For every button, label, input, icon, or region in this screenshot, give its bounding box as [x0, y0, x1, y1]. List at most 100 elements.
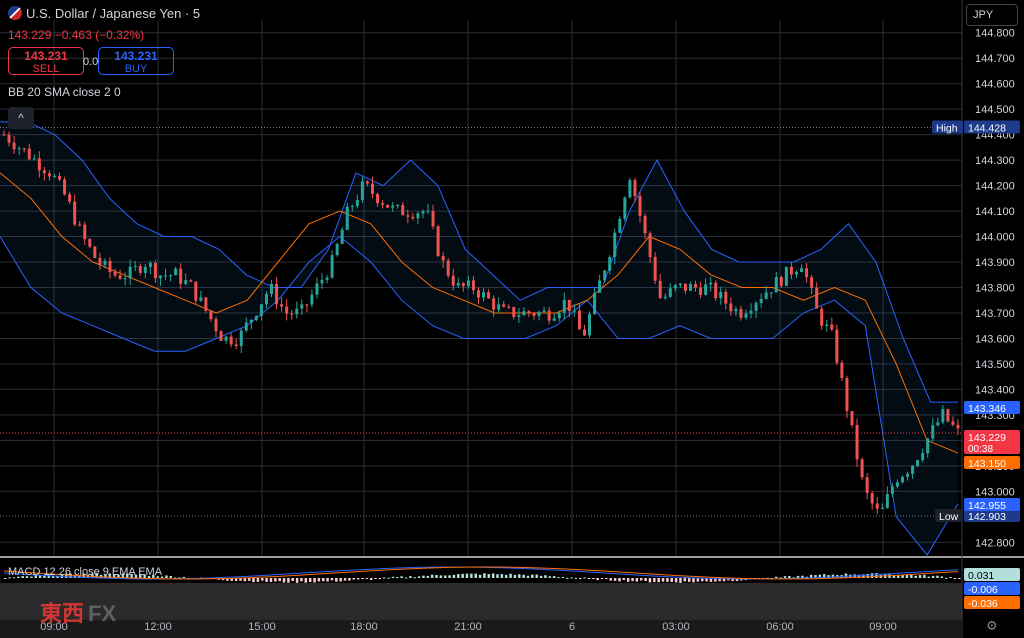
macd-hist-bar [796, 575, 800, 578]
macd-hist-bar [565, 577, 569, 579]
candle-body [663, 296, 667, 299]
y-tick-label: 143.500 [975, 359, 1015, 371]
macd-hist-bar [374, 578, 377, 579]
macd-hist-bar [304, 578, 308, 583]
chevron-up-icon[interactable]: ^ [8, 107, 34, 129]
macd-hist-bar [413, 577, 416, 579]
macd-hist-bar [518, 574, 521, 578]
candle-body [461, 283, 465, 287]
price-chart[interactable]: 144.800144.700144.600144.500144.400144.3… [0, 0, 1024, 638]
candle-body [98, 257, 102, 266]
candle-body [27, 148, 31, 160]
candle-body [108, 260, 112, 272]
candle-body [724, 291, 728, 304]
macd-hist-bar [504, 574, 508, 578]
bb-indicator-label[interactable]: BB 20 SMA close 2 0 [8, 85, 121, 99]
candle-body [290, 313, 294, 315]
macd-hist-bar [561, 576, 565, 578]
us-flag-icon [8, 6, 22, 20]
candle-body [492, 298, 496, 310]
candle-body [860, 459, 864, 478]
candle-body [537, 311, 541, 316]
macd-hist-bar [579, 578, 582, 579]
candle-body [744, 313, 748, 318]
candle-body [482, 292, 486, 298]
macd-hist-bar [448, 575, 451, 578]
macd-hist-bar [622, 578, 626, 581]
candle-body [522, 311, 526, 316]
macd-hist-bar [923, 574, 926, 578]
macd-hist-bar [452, 574, 456, 578]
candle-body [638, 196, 642, 216]
candle-body [259, 304, 263, 316]
candle-body [633, 180, 637, 197]
candle-body [411, 216, 415, 219]
candle-body [784, 266, 788, 286]
candle-body [209, 310, 213, 320]
macd-hist-bar [788, 576, 791, 578]
macd-hist-bar [648, 578, 652, 583]
candle-body [613, 232, 617, 258]
candle-body [739, 309, 743, 318]
candle-body [850, 411, 854, 425]
macd-hist-bar [661, 578, 665, 582]
y-tick-label: 143.400 [975, 384, 1015, 396]
macd-hist-bar [409, 576, 412, 578]
candle-body [668, 288, 672, 297]
candle-body [83, 224, 87, 240]
candle-body [360, 181, 364, 201]
candle-body [946, 409, 950, 422]
macd-hist-bar [535, 574, 538, 578]
currency-selector[interactable]: JPY [966, 4, 1018, 26]
candle-body [133, 265, 137, 267]
macd-hist-bar [4, 578, 7, 579]
macd-hist-bar [626, 578, 630, 582]
candle-body [113, 271, 117, 276]
macd-hist-bar [430, 574, 434, 578]
candle-body [300, 304, 304, 309]
candle-body [810, 277, 814, 288]
chart-root[interactable]: 144.800 144.700 144.600 144.500 144.400 144.3… [0, 0, 1024, 638]
macd-indicator-label[interactable]: MACD 12 26 close 9 EMA EMA [8, 566, 162, 578]
macd-hist-bar [574, 577, 578, 579]
candle-body [774, 277, 778, 293]
buy-price: 143.231 [114, 49, 158, 63]
macd-hist-bar [269, 578, 273, 582]
macd-hist-bar [949, 576, 952, 578]
macd-hist-bar [470, 573, 473, 578]
macd-hist-bar [687, 578, 691, 582]
basis-badge: 143.150 [968, 458, 1006, 470]
macd-hist-bar [265, 578, 268, 582]
candle-body [608, 257, 612, 271]
candle-body [58, 176, 62, 180]
candle-body [805, 268, 809, 278]
macd-hist-bar [679, 578, 682, 583]
macd-signal-badge: -0.036 [968, 598, 998, 610]
candle-body [487, 292, 491, 299]
macd-hist-bar [322, 578, 325, 582]
gear-icon[interactable]: ⚙ [986, 618, 998, 634]
candle-body [906, 473, 910, 477]
macd-hist-bar [531, 574, 534, 578]
macd-hist-bar [613, 578, 617, 581]
low-badge: 142.903 [968, 511, 1006, 523]
buy-button[interactable]: 143.231 BUY [98, 47, 174, 75]
candle-body [572, 310, 576, 312]
sell-button[interactable]: 143.231 SELL [8, 47, 84, 75]
macd-hist-bar [300, 578, 303, 582]
last-price-badge: 143.229 [968, 432, 1006, 444]
candle-body [381, 203, 385, 205]
high-label: High [936, 123, 958, 135]
y-tick-label: 144.300 [975, 155, 1015, 167]
candle-body [567, 299, 571, 311]
candle-body [603, 270, 607, 281]
macd-hist-bar [391, 576, 395, 578]
candle-body [426, 210, 430, 212]
candle-body [456, 283, 460, 286]
y-tick-label: 143.000 [975, 486, 1015, 498]
macd-hist-bar [931, 575, 935, 578]
y-tick-label: 143.900 [975, 257, 1015, 269]
macd-hist-bar [513, 574, 517, 578]
candle-body [643, 215, 647, 234]
macd-hist-bar [666, 578, 669, 582]
